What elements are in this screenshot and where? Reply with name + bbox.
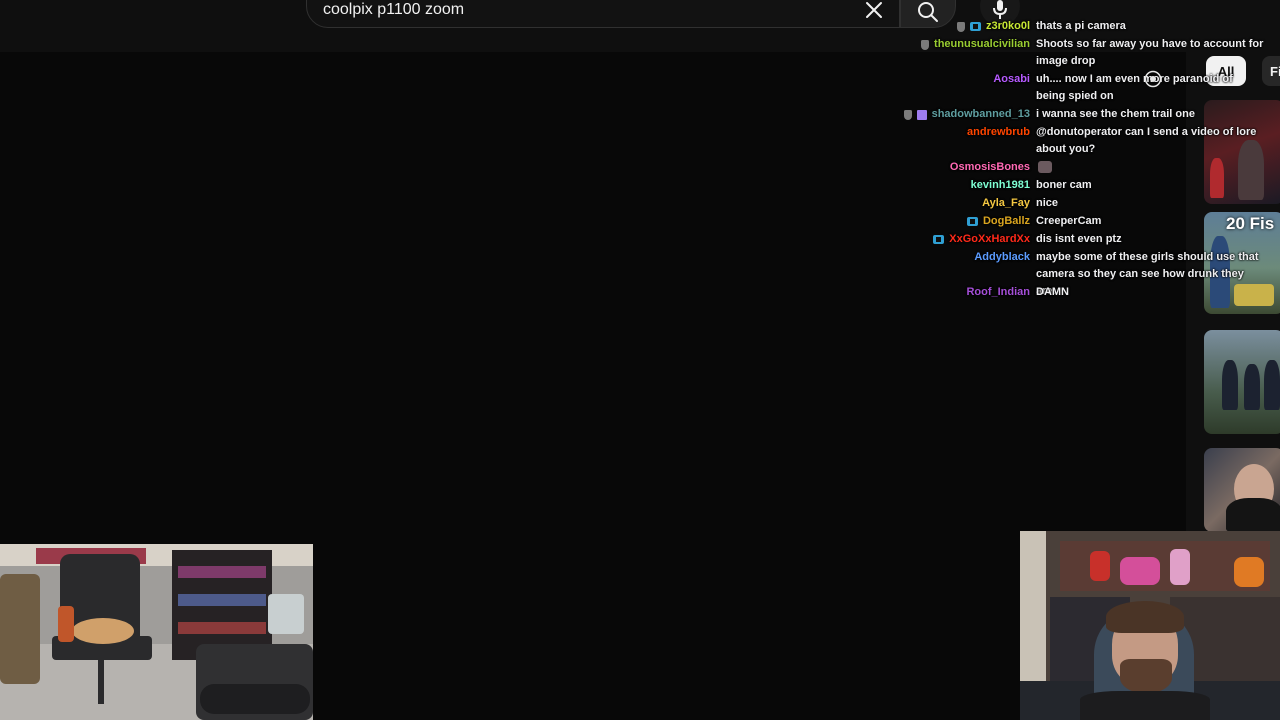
video-thumbnail[interactable]	[1204, 448, 1280, 532]
video-thumbnail[interactable]: 20 Fis	[1204, 212, 1280, 314]
chat-user: Addyblack	[974, 249, 1030, 266]
webcam-books	[178, 622, 266, 634]
chat-username[interactable]: Ayla_Fay	[982, 195, 1030, 212]
chat-username[interactable]: XxGoXxHardXx	[949, 231, 1030, 248]
webcam-figure	[1170, 549, 1190, 585]
chat-user: Roof_Indian	[966, 284, 1030, 301]
search-query: coolpix p1100 zoom	[323, 1, 465, 18]
chat-username[interactable]: DogBallz	[983, 213, 1030, 230]
chat-username[interactable]: Roof_Indian	[966, 284, 1030, 301]
chat-username[interactable]: kevinh1981	[971, 177, 1030, 194]
chip-next[interactable]: Fi	[1262, 56, 1280, 86]
chat-user: andrewbrub	[967, 124, 1030, 141]
pointer-circle-icon	[1144, 70, 1162, 88]
thumbnail-figure	[1264, 360, 1280, 410]
webcam-monitor	[268, 594, 304, 634]
video-thumbnail[interactable]	[1204, 330, 1280, 434]
chat-username[interactable]: Addyblack	[974, 249, 1030, 266]
chat-username[interactable]: shadowbanned_13	[932, 106, 1030, 123]
chat-user: kevinh1981	[971, 177, 1030, 194]
search-button[interactable]	[900, 0, 956, 28]
room-webcam	[0, 544, 313, 720]
close-icon	[866, 2, 882, 18]
webcam-books	[178, 594, 266, 606]
voice-search-button[interactable]	[980, 0, 1020, 26]
hand-emote-icon	[1038, 161, 1052, 173]
thumbnail-title: 20 Fis	[1226, 214, 1275, 233]
webcam-robot-tracks	[200, 684, 310, 714]
webcam-streamer-hair	[1106, 601, 1184, 633]
chat-username[interactable]: Aosabi	[993, 71, 1030, 88]
video-thumbnail[interactable]	[1204, 100, 1280, 204]
webcam-books	[178, 566, 266, 578]
shield-badge-icon	[903, 109, 912, 120]
thumbnail-figure	[1238, 140, 1264, 200]
streamer-webcam	[1020, 531, 1280, 720]
chat-user: shadowbanned_13	[903, 106, 1030, 123]
chat-user: DogBallz	[966, 213, 1030, 230]
webcam-chair-stem	[98, 660, 104, 704]
thumbnail-light	[1210, 158, 1224, 198]
chat-user: XxGoXxHardXx	[933, 231, 1030, 248]
search-icon	[918, 2, 938, 22]
thumbnail-figure	[1244, 364, 1260, 410]
chat-user: Ayla_Fay	[982, 195, 1030, 212]
gift-badge-icon	[916, 109, 927, 120]
webcam-figure	[1090, 551, 1110, 581]
screen: coolpix p1100 zoom All Fi 20 Fis z3r0ko0…	[0, 0, 1280, 720]
thumbnail-figure	[1210, 236, 1230, 308]
top-bar: coolpix p1100 zoom	[0, 0, 1280, 52]
thumbnail-object	[1234, 284, 1274, 306]
chat-user: OsmosisBones	[950, 159, 1030, 176]
microphone-icon	[993, 0, 1007, 19]
webcam-streamer-shirt	[1080, 691, 1210, 720]
webcam-toy	[58, 606, 74, 642]
chip-all[interactable]: All	[1206, 56, 1246, 86]
webcam-figure	[1120, 557, 1160, 585]
webcam-figure	[1234, 557, 1264, 587]
thumbnail-figure	[1226, 498, 1280, 532]
chat-username[interactable]: andrewbrub	[967, 124, 1030, 141]
chat-username[interactable]: OsmosisBones	[950, 159, 1030, 176]
webcam-streamer-beard	[1120, 659, 1172, 693]
webcam-cat	[72, 618, 134, 644]
thumbnail-figure	[1222, 360, 1238, 410]
search-input[interactable]: coolpix p1100 zoom	[306, 0, 900, 28]
chat-user: Aosabi	[993, 71, 1030, 88]
clear-search-button[interactable]	[858, 0, 890, 24]
webcam-bag	[0, 574, 40, 684]
prime-badge-icon	[966, 217, 978, 226]
prime-badge-icon	[933, 235, 945, 244]
